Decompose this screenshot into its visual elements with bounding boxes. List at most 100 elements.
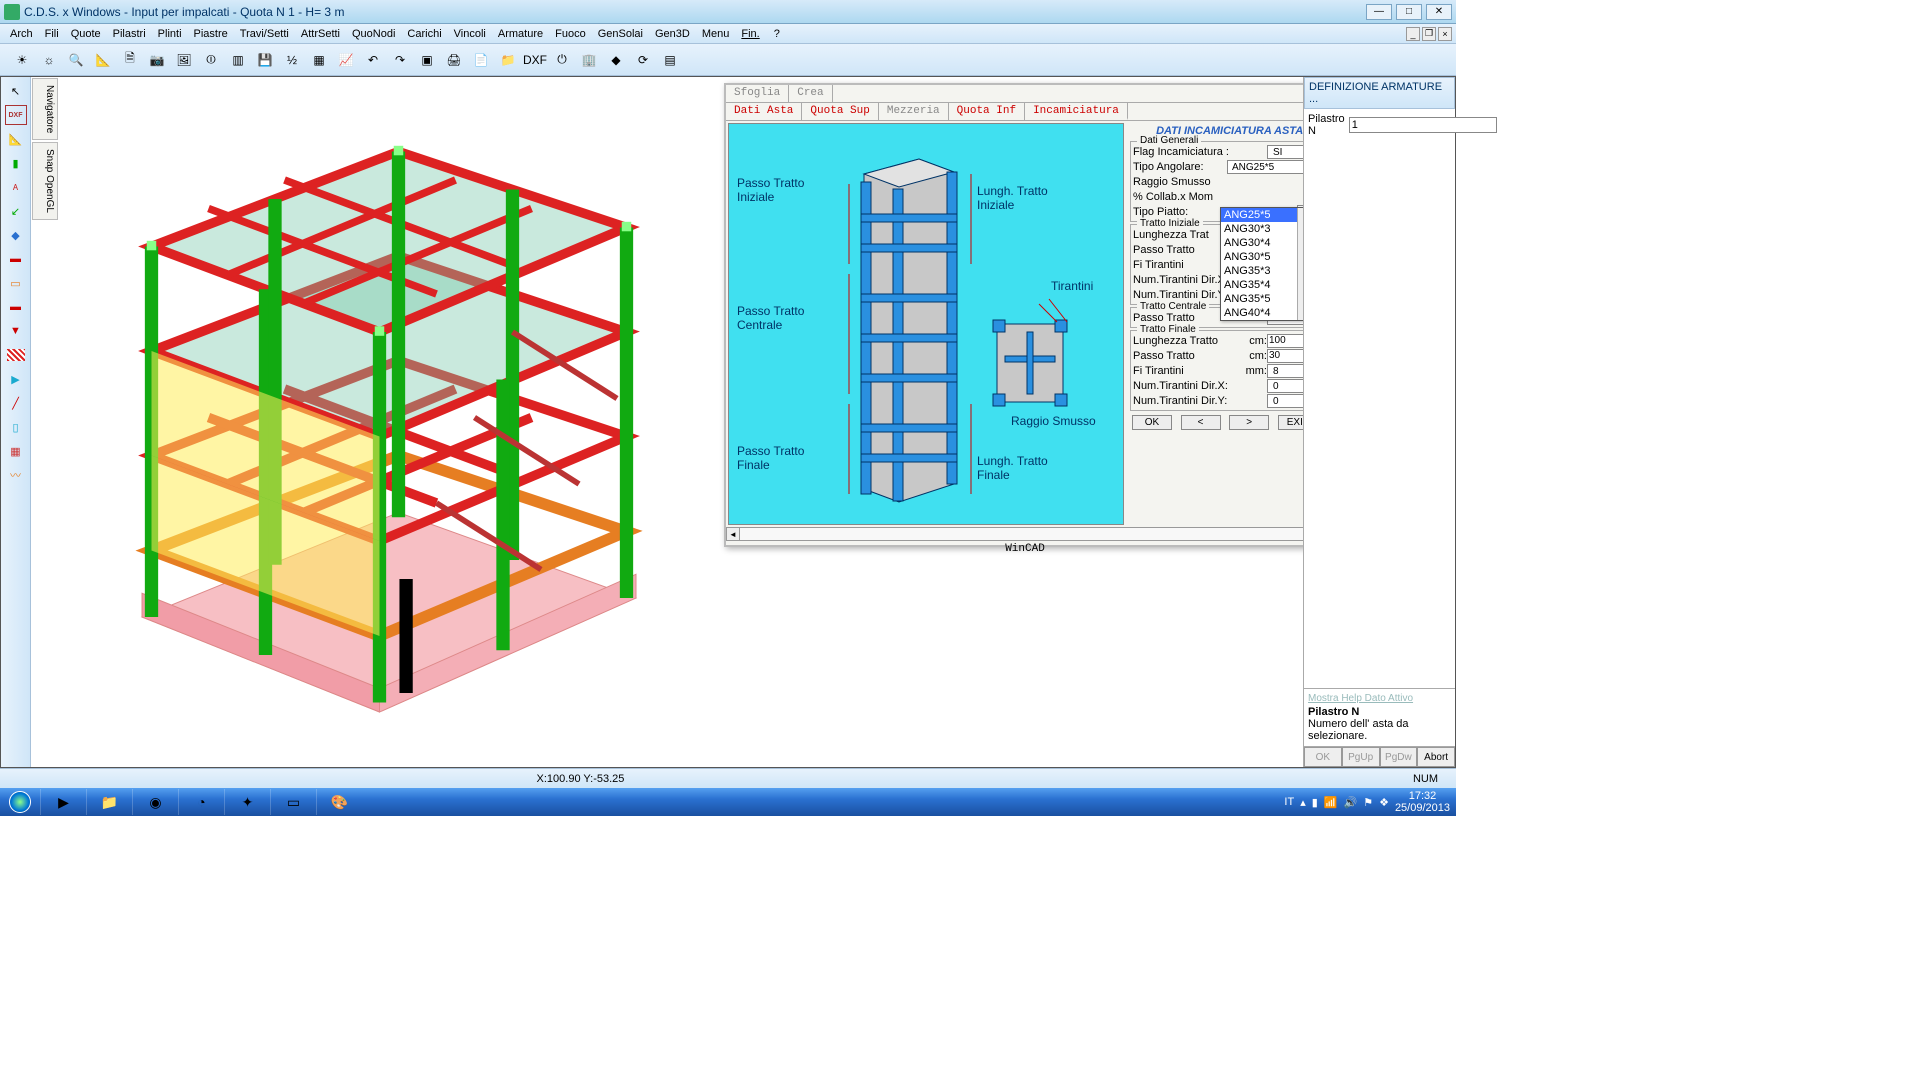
- sun-icon[interactable]: ☀: [10, 48, 34, 72]
- blueprint-icon[interactable]: 📐: [91, 48, 115, 72]
- snap-opengl-tab[interactable]: Snap OpenGL: [32, 142, 58, 220]
- numbers-icon[interactable]: ½: [280, 48, 304, 72]
- task-cds[interactable]: ✦: [224, 789, 270, 815]
- hatch-tool-icon[interactable]: ▦: [5, 441, 27, 461]
- dropdown-opt-3[interactable]: ANG30*5: [1221, 250, 1303, 264]
- lungh-fin-input[interactable]: [1267, 334, 1303, 348]
- dropdown-opt-6[interactable]: ANG35*5: [1221, 292, 1303, 306]
- tab-crea[interactable]: Crea: [789, 85, 832, 102]
- navigator-tab[interactable]: Navigatore: [32, 78, 58, 140]
- menu-fili[interactable]: Fili: [39, 26, 65, 42]
- tray-misc-icon[interactable]: ❖: [1379, 796, 1389, 809]
- on-off-icon[interactable]: ⏻: [550, 48, 574, 72]
- tipo-angolare-select[interactable]: ANG25*5: [1227, 160, 1303, 174]
- dropdown-opt-5[interactable]: ANG35*4: [1221, 278, 1303, 292]
- folder-icon[interactable]: 📁: [496, 48, 520, 72]
- docs-icon[interactable]: 🗎: [118, 48, 142, 72]
- label-a-tool-icon[interactable]: ᴀ: [5, 177, 27, 197]
- graph-icon[interactable]: 📈: [334, 48, 358, 72]
- menu-fin[interactable]: Fin.: [735, 26, 765, 42]
- scroll-track[interactable]: [740, 527, 1303, 541]
- right-abort-button[interactable]: Abort: [1417, 747, 1455, 767]
- menu-pilastri[interactable]: Pilastri: [107, 26, 152, 42]
- arrow-tool-icon[interactable]: ↖: [5, 81, 27, 101]
- exit-button[interactable]: EXIT: [1278, 415, 1303, 430]
- printer-icon[interactable]: 🖨: [442, 48, 466, 72]
- task-paint[interactable]: 🎨: [316, 789, 362, 815]
- building-icon[interactable]: 🏢: [577, 48, 601, 72]
- panel-scrollbar-h[interactable]: ◄ ►: [726, 527, 1303, 541]
- tray-volume-icon[interactable]: 🔊: [1343, 796, 1357, 809]
- red-beam-tool-icon[interactable]: ▬: [5, 249, 27, 269]
- task-media-player[interactable]: ▶: [40, 789, 86, 815]
- tab-dati-asta[interactable]: Dati Asta: [726, 103, 802, 120]
- tray-network-icon[interactable]: 📶: [1324, 796, 1338, 809]
- ruler-tool-icon[interactable]: 📐: [5, 129, 27, 149]
- menu-gensolai[interactable]: GenSolai: [592, 26, 649, 42]
- next-button[interactable]: >: [1229, 415, 1269, 430]
- tab-quota-sup[interactable]: Quota Sup: [802, 103, 878, 120]
- dropdown-scrollbar[interactable]: [1297, 208, 1303, 320]
- camera-icon[interactable]: 📷: [145, 48, 169, 72]
- dropdown-opt-1[interactable]: ANG30*3: [1221, 222, 1303, 236]
- dxf-tool-icon[interactable]: DXF: [5, 105, 27, 125]
- red-block-tool-icon[interactable]: ▬: [5, 297, 27, 317]
- orange-slab-tool-icon[interactable]: ▭: [5, 273, 27, 293]
- drawing-icon[interactable]: ▣: [415, 48, 439, 72]
- start-button[interactable]: [0, 788, 40, 816]
- menu-help[interactable]: ?: [768, 26, 786, 42]
- dropdown-opt-7[interactable]: ANG40*4: [1221, 306, 1303, 320]
- flag-incamiciatura-select[interactable]: SI: [1267, 145, 1303, 159]
- num-tir-x-fin-input[interactable]: 0: [1267, 379, 1303, 393]
- menu-plinti[interactable]: Plinti: [152, 26, 188, 42]
- dropdown-opt-2[interactable]: ANG30*4: [1221, 236, 1303, 250]
- fi-tir-fin-input[interactable]: 8: [1267, 364, 1303, 378]
- menu-armature[interactable]: Armature: [492, 26, 549, 42]
- help-link[interactable]: Mostra Help Dato Attivo: [1308, 693, 1451, 704]
- tray-flag-icon[interactable]: ⚑: [1363, 796, 1373, 809]
- red-down-tool-icon[interactable]: ▼: [5, 321, 27, 341]
- right-pgdw-button[interactable]: PgDw: [1380, 747, 1418, 767]
- 3d-viewport[interactable]: Sfoglia Crea Dati Asta Quota Sup Mezzeri…: [59, 77, 1303, 767]
- red-strut-tool-icon[interactable]: ╱: [5, 393, 27, 413]
- redo-icon[interactable]: ↷: [388, 48, 412, 72]
- off-button-icon[interactable]: ⏼: [199, 48, 223, 72]
- panel-icon[interactable]: ▤: [658, 48, 682, 72]
- prev-button[interactable]: <: [1181, 415, 1221, 430]
- menu-carichi[interactable]: Carichi: [401, 26, 447, 42]
- pilastro-n-input[interactable]: [1349, 117, 1497, 133]
- menu-menu[interactable]: Menu: [696, 26, 736, 42]
- undo-icon[interactable]: ↶: [361, 48, 385, 72]
- sheet-icon[interactable]: 📄: [469, 48, 493, 72]
- mdi-close-button[interactable]: ×: [1438, 27, 1452, 41]
- tray-up-icon[interactable]: ▴: [1300, 796, 1306, 809]
- task-window[interactable]: ▭: [270, 789, 316, 815]
- menu-gen3d[interactable]: Gen3D: [649, 26, 696, 42]
- tab-sfoglia[interactable]: Sfoglia: [726, 85, 789, 102]
- tab-mezzeria[interactable]: Mezzeria: [879, 103, 949, 120]
- tray-lang[interactable]: IT: [1284, 796, 1294, 808]
- blue-box-tool-icon[interactable]: ◆: [5, 225, 27, 245]
- hatch-icon[interactable]: ▦: [307, 48, 331, 72]
- num-tir-y-fin-input[interactable]: 0: [1267, 394, 1303, 408]
- column-tool-icon[interactable]: ▮: [5, 153, 27, 173]
- cyan-flag-tool-icon[interactable]: ▶: [5, 369, 27, 389]
- menu-quote[interactable]: Quote: [65, 26, 107, 42]
- eraser-icon[interactable]: ◆: [604, 48, 628, 72]
- flag-tool-icon[interactable]: [5, 345, 27, 365]
- mdi-minimize-button[interactable]: _: [1406, 27, 1420, 41]
- stair-tool-icon[interactable]: 〰: [5, 465, 27, 485]
- cyan-panel-tool-icon[interactable]: ▯: [5, 417, 27, 437]
- task-explorer[interactable]: 📁: [86, 789, 132, 815]
- menu-vincoli[interactable]: Vincoli: [448, 26, 492, 42]
- close-button[interactable]: ✕: [1426, 4, 1452, 20]
- menu-travi-setti[interactable]: Travi/Setti: [234, 26, 295, 42]
- tray-clock[interactable]: 17:32 25/09/2013: [1395, 790, 1450, 814]
- ok-button[interactable]: OK: [1132, 415, 1172, 430]
- mdi-restore-button[interactable]: ❐: [1422, 27, 1436, 41]
- maximize-button[interactable]: □: [1396, 4, 1422, 20]
- tab-quota-inf[interactable]: Quota Inf: [949, 103, 1025, 120]
- right-pgup-button[interactable]: PgUp: [1342, 747, 1380, 767]
- menu-piastre[interactable]: Piastre: [188, 26, 234, 42]
- tipo-angolare-dropdown[interactable]: ANG25*5 ANG30*3 ANG30*4 ANG30*5 ANG35*3 …: [1220, 207, 1303, 321]
